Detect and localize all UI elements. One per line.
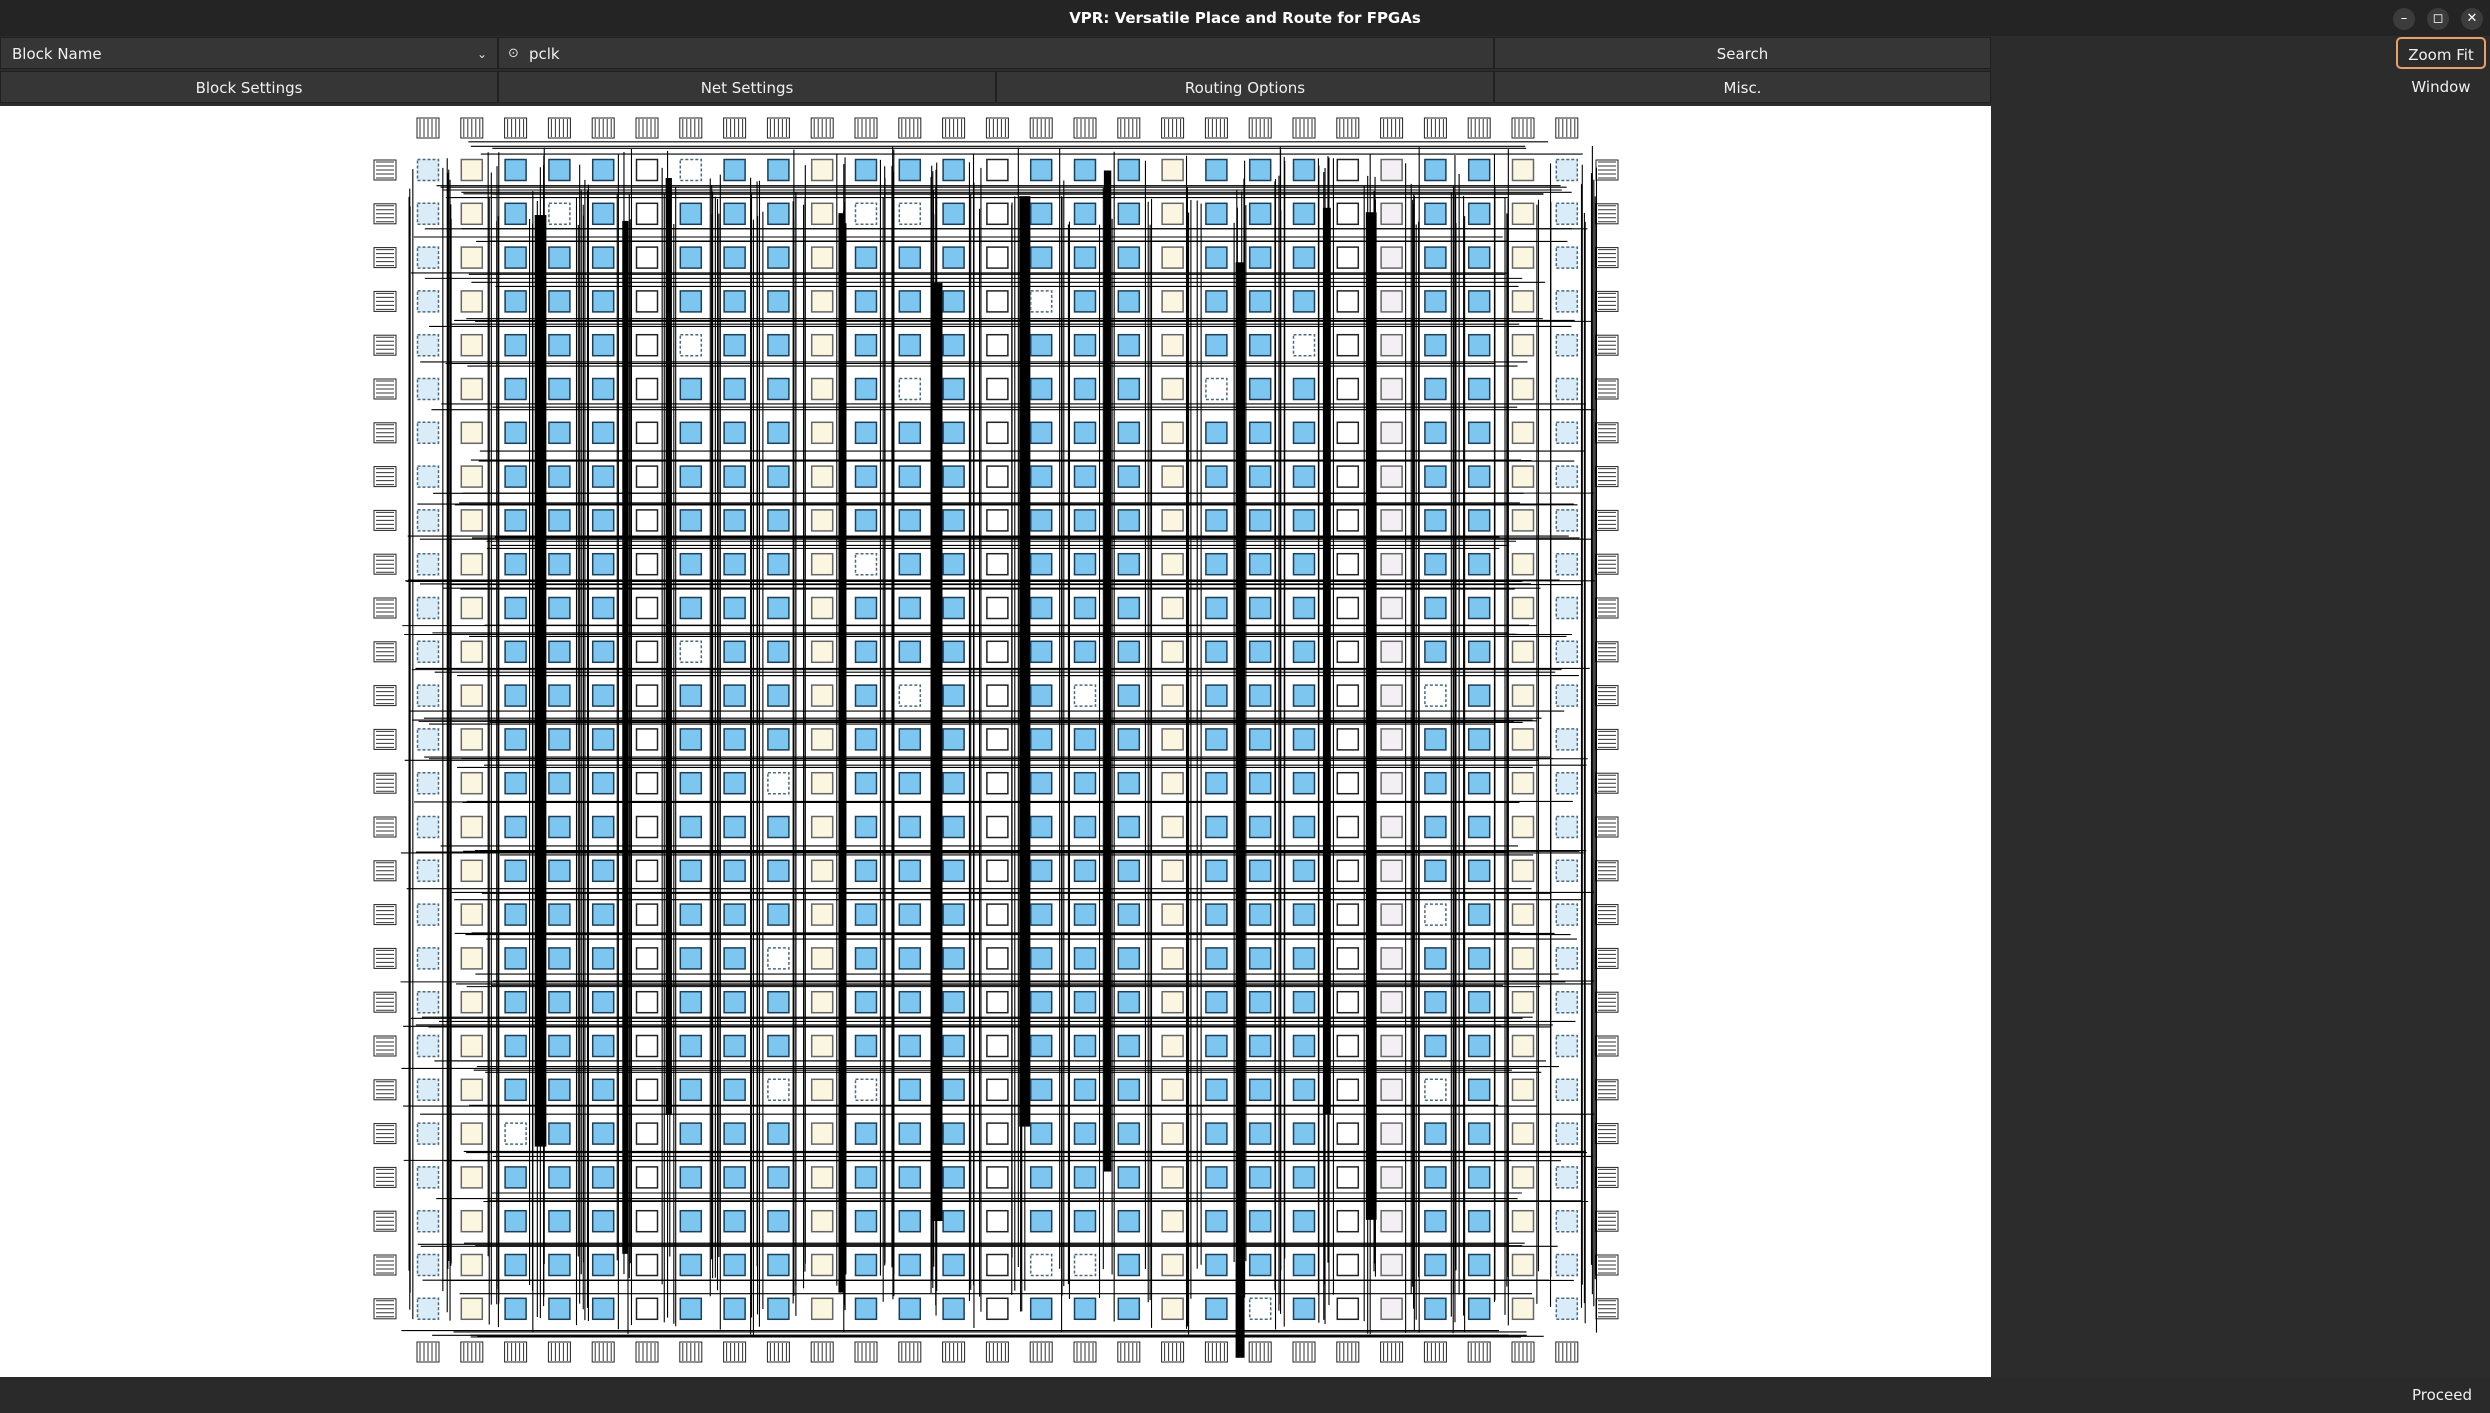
restore-icon[interactable]: ◻ <box>2427 8 2449 30</box>
fpga-canvas[interactable] <box>0 106 1991 1377</box>
title-bar: VPR: Versatile Place and Route for FPGAs… <box>0 0 2490 36</box>
chevron-down-icon: ⌄ <box>476 47 487 61</box>
close-icon[interactable]: ✕ <box>2461 8 2483 30</box>
tab-misc[interactable]: Misc. <box>1494 71 1991 103</box>
search-icon: ⊙ <box>508 46 519 61</box>
window-button[interactable]: Window <box>2396 71 2486 103</box>
tab-routing-options[interactable]: Routing Options <box>996 71 1494 103</box>
window-title: VPR: Versatile Place and Route for FPGAs <box>1069 9 1421 27</box>
search-input-value: pclk <box>529 45 560 63</box>
search-button[interactable]: Search <box>1494 37 1991 69</box>
tab-block-settings[interactable]: Block Settings <box>0 71 498 103</box>
zoom-fit-button[interactable]: Zoom Fit <box>2396 37 2486 69</box>
search-type-value: Block Name <box>12 45 102 63</box>
minimize-icon[interactable]: – <box>2393 8 2415 30</box>
fpga-layout-graphic <box>373 117 1619 1363</box>
proceed-button[interactable]: Proceed <box>2400 1380 2484 1410</box>
search-type-dropdown[interactable]: Block Name ⌄ <box>0 37 498 69</box>
search-input[interactable]: ⊙ pclk <box>498 37 1494 69</box>
status-bar <box>0 1377 2490 1413</box>
tab-net-settings[interactable]: Net Settings <box>498 71 996 103</box>
